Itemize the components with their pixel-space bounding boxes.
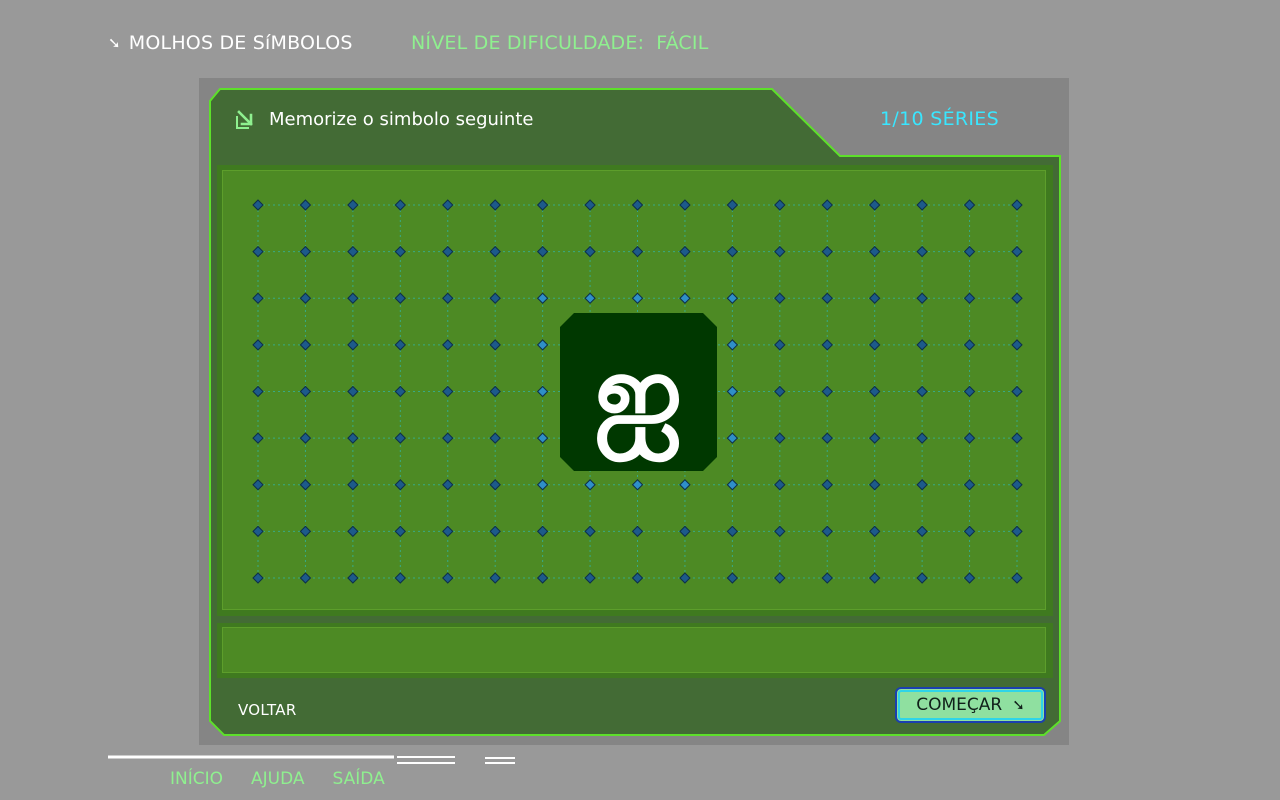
- nav-inicio[interactable]: INÍCIO: [170, 769, 223, 789]
- nav-ajuda[interactable]: AJUDA: [251, 769, 305, 789]
- footer-nav: INÍCIO AJUDA SAÍDA: [170, 767, 385, 791]
- nav-saida[interactable]: SAÍDA: [333, 769, 385, 789]
- footer-decoration: [108, 755, 515, 764]
